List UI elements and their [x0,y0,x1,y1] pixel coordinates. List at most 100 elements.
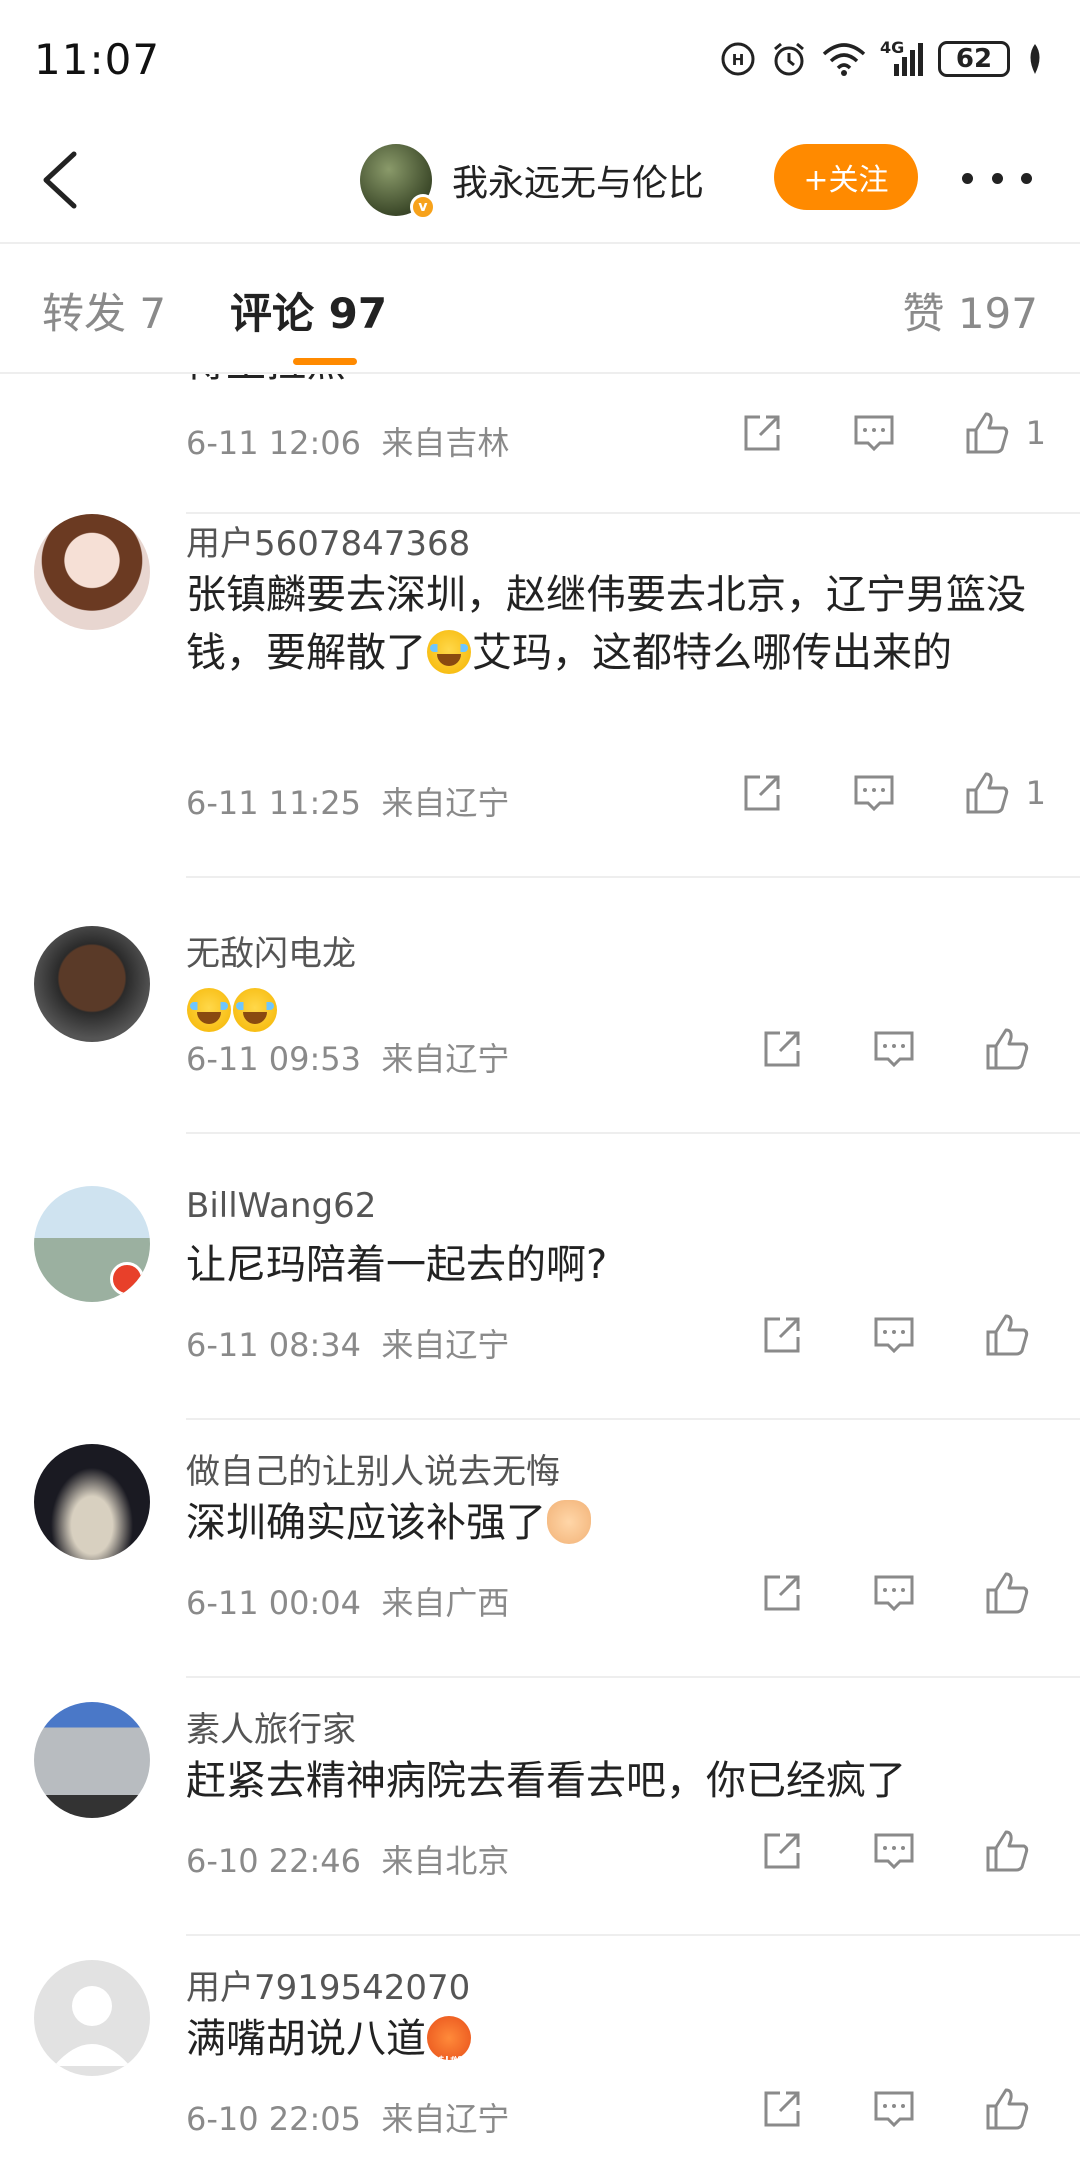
share-icon [764,1317,800,1353]
share-button[interactable] [738,769,786,817]
status-bar: 11:07 H 4G 62 [0,0,1080,118]
user-avatar[interactable] [34,1186,150,1302]
hd-call-icon: H [721,42,755,76]
comment-username[interactable]: 做自己的让别人说去无悔 [186,1444,560,1493]
share-icon [764,1031,800,1067]
share-button[interactable] [758,2085,806,2133]
thumbs-up-icon [986,1830,1029,1872]
reply-button[interactable] [870,1311,918,1359]
comment-location: 来自辽宁 [381,1326,510,1364]
laughing-tears-emoji-icon [233,988,277,1032]
reply-button[interactable] [870,1025,918,1073]
verified-badge: v [410,194,436,220]
like-button[interactable] [982,1568,1046,1618]
laughing-tears-emoji-icon [427,630,471,674]
comment-text: 深圳确实应该补强了 [186,1494,1046,1552]
share-button[interactable] [738,409,786,457]
comment-time: 6-11 11:25 [186,784,362,822]
comment-item: 做自己的让别人说去无悔 深圳确实应该补强了 6-11 00:04 来自广西 [0,1440,1080,1680]
comment-divider [186,1132,1080,1134]
comment-list[interactable]: 博王拉黑 6-11 12:06 来自吉林 1 用户5607847368 张镇麟要… [0,374,1080,2160]
comment-icon [854,775,894,812]
comment-meta: 6-11 00:04 来自广西 [186,1578,509,1624]
cellular-signal: 4G [880,38,924,76]
comment-text-part: 深圳确实应该补强了 [186,1500,546,1546]
share-button[interactable] [758,1569,806,1617]
comment-username[interactable]: 素人旅行家 [186,1702,356,1751]
more-dot [991,172,1003,184]
comment-meta: 6-10 22:05 来自辽宁 [186,2094,509,2140]
comment-actions [758,1310,1046,1360]
comment-location: 来自辽宁 [381,1040,510,1078]
comment-divider [186,876,1080,878]
user-avatar[interactable] [34,1444,150,1560]
reply-button[interactable] [870,1827,918,1875]
author-avatar[interactable]: v [360,144,436,220]
thumbs-up-icon [966,412,1008,454]
comment-item: BillWang62 让尼玛陪着一起去的啊? 6-11 08:34 来自辽宁 [0,1182,1080,1422]
thumbs-up-icon [986,2088,1029,2130]
comment-divider [186,1934,1080,1936]
comment-actions [758,2084,1046,2134]
follow-button[interactable]: +关注 [774,144,918,210]
share-icon [764,2091,800,2127]
comment-time: 6-10 22:05 [186,2100,362,2138]
user-avatar[interactable] [34,1960,150,2076]
share-icon [744,415,780,451]
share-button[interactable] [758,1025,806,1073]
like-button[interactable]: 1 [962,408,1046,458]
comment-meta: 6-11 12:06 来自吉林 [186,418,509,464]
author-name[interactable]: 我永远无与伦比 [452,154,704,206]
comment-username[interactable]: BillWang62 [186,1186,376,1226]
user-avatar[interactable] [34,514,150,630]
like-button[interactable] [982,1826,1046,1876]
comment-actions: 1 [738,408,1046,458]
comment-item: 用户5607847368 张镇麟要去深圳，赵继伟要去北京，辽宁男篮没钱，要解散了… [0,514,1080,878]
comment-time: 6-11 00:04 [186,1584,362,1622]
post-header: v 我永远无与伦比 +关注 [0,118,1080,242]
active-tab-indicator [293,358,357,365]
back-button[interactable] [36,148,86,212]
comment-actions [758,1826,1046,1876]
share-button[interactable] [758,1827,806,1875]
like-button[interactable]: 1 [962,768,1046,818]
svg-text:H: H [732,51,745,69]
tab-likes[interactable]: 赞 197 [902,280,1038,341]
like-count: 1 [1025,414,1046,452]
comment-location: 来自辽宁 [381,784,510,822]
comment-item: 素人旅行家 赶紧去精神病院去看看去吧，你已经疯了 6-10 22:46 来自北京 [0,1698,1080,1938]
user-avatar[interactable] [34,926,150,1042]
thumbs-up-icon [986,1572,1029,1614]
user-badge-icon [110,1262,144,1296]
comment-username[interactable]: 用户7919542070 [186,1960,470,2009]
comment-text: 让尼玛陪着一起去的啊? [186,1242,608,1288]
comment-icon [874,1833,914,1870]
wifi-icon [822,43,866,76]
like-button[interactable] [982,2084,1046,2134]
comment-item: 用户7919542070 满嘴胡说八道 6-10 22:05 来自辽宁 [0,1956,1080,2160]
user-avatar[interactable] [34,1702,150,1818]
like-button[interactable] [982,1024,1046,1074]
comment-username[interactable]: 用户5607847368 [186,516,470,565]
comment-location: 来自广西 [381,1584,510,1622]
more-options-button[interactable] [962,148,1032,208]
comment-time: 6-11 12:06 [186,424,362,462]
comment-text-part: 满嘴胡说八道 [186,2016,426,2062]
reply-button[interactable] [870,2085,918,2133]
reply-button[interactable] [870,1569,918,1617]
author-info[interactable]: v 我永远无与伦比 [360,142,704,220]
post-tabs: 转发 7 评论 97 赞 197 [0,244,1080,372]
share-button[interactable] [758,1311,806,1359]
tab-comments[interactable]: 评论 97 [230,280,387,341]
like-button[interactable] [982,1310,1046,1360]
like-count: 1 [1025,774,1046,812]
comment-meta: 6-10 22:46 来自北京 [186,1836,509,1882]
tab-repost[interactable]: 转发 7 [42,280,166,341]
comment-text: 赶紧去精神病院去看看去吧，你已经疯了 [186,1758,906,1804]
alarm-icon [774,42,804,76]
reply-button[interactable] [850,769,898,817]
reply-button[interactable] [850,409,898,457]
comment-location: 来自北京 [381,1842,510,1880]
comment-username[interactable]: 无敌闪电龙 [186,926,356,975]
network-type: 4G [880,38,905,57]
